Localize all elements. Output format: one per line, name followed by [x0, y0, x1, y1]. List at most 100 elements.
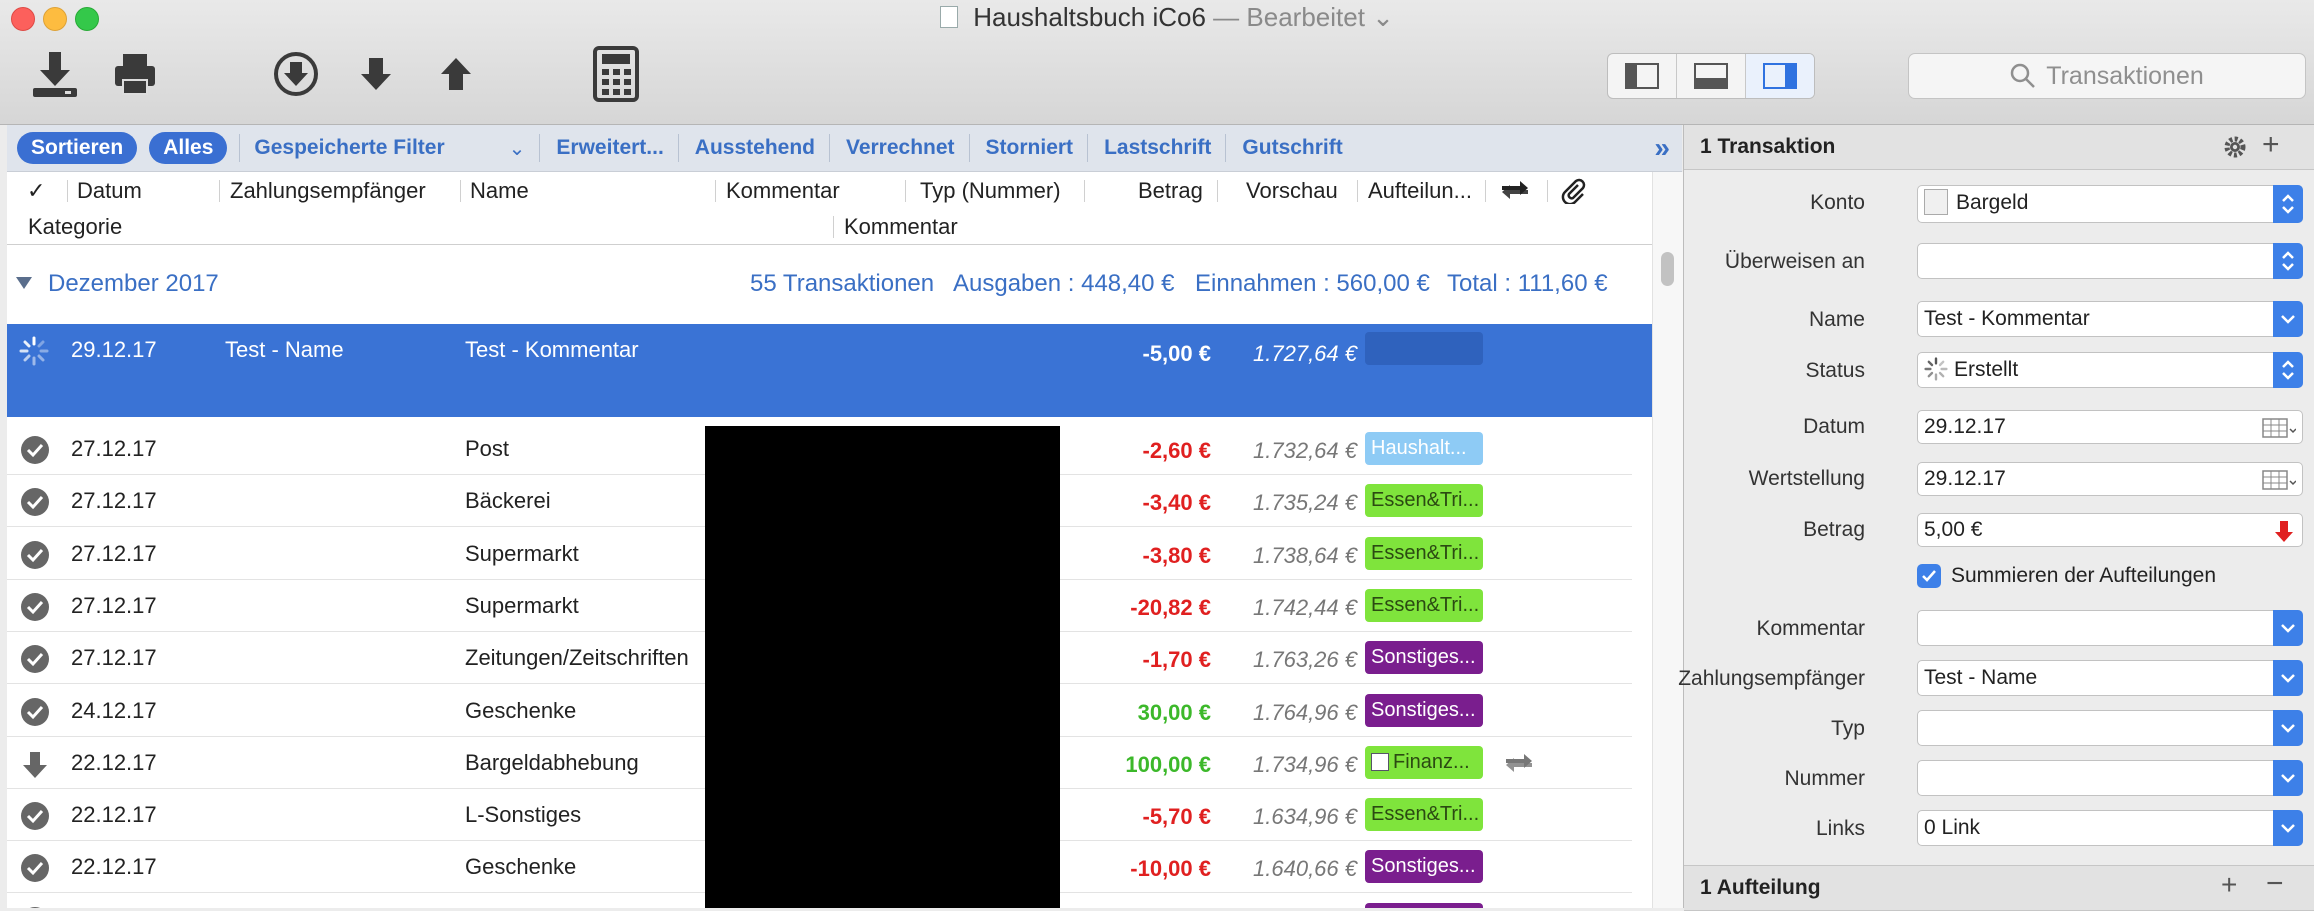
- checkmark-circle-icon[interactable]: [20, 644, 50, 674]
- all-filter-button[interactable]: Alles: [149, 132, 228, 164]
- saved-filters-menu[interactable]: Gespeicherte Filter: [254, 136, 444, 160]
- updown-chevron-icon[interactable]: [2273, 352, 2303, 388]
- view-sidebar-button[interactable]: [1608, 54, 1677, 98]
- remove-split-icon[interactable]: −: [2266, 867, 2284, 901]
- category-tag[interactable]: Essen&Tri...: [1365, 588, 1483, 622]
- links-combobox[interactable]: 0 Link: [1917, 810, 2303, 846]
- row-amount: -2,60 €: [1142, 438, 1212, 463]
- row-amount: -1,70 €: [1142, 647, 1212, 673]
- category-tag[interactable]: Haushalt...: [1365, 432, 1483, 465]
- comment-combobox[interactable]: [1917, 610, 2303, 646]
- name-combobox[interactable]: Test - Kommentar: [1917, 301, 2303, 337]
- arrow-down-red-icon[interactable]: [2274, 519, 2294, 543]
- amount-field[interactable]: 5,00 €: [1917, 513, 2303, 547]
- disclosure-triangle-icon[interactable]: [15, 275, 33, 291]
- import-button[interactable]: [25, 44, 85, 104]
- download-circle-button[interactable]: [266, 44, 326, 104]
- vertical-scrollbar[interactable]: [1652, 172, 1683, 908]
- month-group-header[interactable]: Dezember 2017 55 Transaktionen Ausgaben …: [7, 245, 1652, 323]
- gear-icon[interactable]: [2222, 134, 2248, 160]
- updown-chevron-icon[interactable]: [2273, 243, 2303, 279]
- category-tag[interactable]: Sonstiges...: [1365, 641, 1483, 675]
- calculator-button[interactable]: [586, 44, 646, 104]
- table-row-selected[interactable]: 29.12.17 Test - Name Test - Kommentar -5…: [7, 324, 1652, 417]
- category-tag[interactable]: [1365, 902, 1483, 908]
- cleared-filter-link[interactable]: Verrechnet: [846, 136, 955, 160]
- column-comment[interactable]: Kommentar: [726, 178, 840, 204]
- minimize-window-button[interactable]: [43, 7, 67, 31]
- row-amount: -20,82 €: [1130, 594, 1211, 620]
- chevron-down-icon[interactable]: [2273, 660, 2303, 696]
- pending-filter-link[interactable]: Ausstehend: [695, 136, 815, 160]
- checkmark-circle-icon[interactable]: [20, 801, 50, 831]
- category-tag[interactable]: Sonstiges...: [1365, 850, 1483, 884]
- credit-filter-link[interactable]: Gutschrift: [1242, 136, 1342, 160]
- transfer-icon[interactable]: [1504, 751, 1534, 775]
- column-preview[interactable]: Vorschau: [1246, 178, 1338, 204]
- column-amount[interactable]: Betrag: [1138, 178, 1203, 204]
- print-button[interactable]: [105, 44, 165, 104]
- column-split[interactable]: Aufteilun...: [1368, 178, 1472, 204]
- window-title: Haushaltsbuch iCo6 — Bearbeitet ⌄: [940, 0, 1394, 34]
- checkmark-circle-icon[interactable]: [20, 435, 50, 465]
- chevron-down-icon[interactable]: [2273, 760, 2303, 796]
- account-select[interactable]: Bargeld: [1917, 185, 2303, 223]
- column-status[interactable]: ✓: [27, 178, 45, 204]
- category-tag[interactable]: Essen&Tri...: [1365, 484, 1483, 518]
- column-comment-secondary[interactable]: Kommentar: [844, 214, 958, 240]
- sort-button[interactable]: Sortieren: [17, 132, 138, 164]
- close-window-button[interactable]: [11, 7, 35, 31]
- zoom-window-button[interactable]: [75, 7, 99, 31]
- type-combobox[interactable]: [1917, 710, 2303, 746]
- category-tag[interactable]: Essen&Tri...: [1365, 536, 1483, 570]
- column-name[interactable]: Name: [470, 178, 529, 204]
- splits-title: 1 Aufteilung: [1700, 876, 1821, 899]
- payee-combobox[interactable]: Test - Name: [1917, 660, 2303, 696]
- debit-filter-link[interactable]: Lastschrift: [1104, 136, 1211, 160]
- move-down-button[interactable]: [346, 44, 406, 104]
- voided-filter-link[interactable]: Storniert: [986, 136, 1074, 160]
- checkmark-circle-icon[interactable]: [20, 853, 50, 883]
- filter-separator: [1087, 134, 1089, 162]
- calendar-icon[interactable]: [2262, 417, 2296, 439]
- checkmark-circle-icon[interactable]: [20, 592, 50, 622]
- view-bottom-button[interactable]: [1677, 54, 1746, 98]
- number-combobox[interactable]: [1917, 760, 2303, 796]
- category-tag[interactable]: Essen&Tri...: [1365, 798, 1483, 832]
- filter-separator: [828, 134, 830, 162]
- category-tag[interactable]: Sonstiges...: [1365, 693, 1483, 727]
- column-date[interactable]: Datum: [77, 178, 142, 204]
- checkmark-circle-icon[interactable]: [20, 487, 50, 517]
- chevron-down-icon[interactable]: ⌄: [509, 136, 526, 161]
- checkmark-circle-icon[interactable]: [20, 697, 50, 727]
- scrollbar-thumb[interactable]: [1661, 252, 1674, 286]
- chevron-down-icon[interactable]: [2273, 710, 2303, 746]
- category-tag[interactable]: Finanz...: [1365, 745, 1483, 779]
- attachment-column-icon[interactable]: [1560, 178, 1586, 210]
- add-icon[interactable]: +: [2262, 128, 2280, 162]
- value-date-field[interactable]: 29.12.17: [1917, 462, 2303, 496]
- more-filters-icon[interactable]: »: [1654, 132, 1670, 164]
- chevron-down-icon[interactable]: [2273, 610, 2303, 646]
- transfer-column-icon[interactable]: [1500, 178, 1530, 208]
- advanced-filter-link[interactable]: Erweitert...: [556, 136, 663, 160]
- chevron-down-icon[interactable]: [2273, 301, 2303, 337]
- updown-chevron-icon[interactable]: [2273, 185, 2303, 223]
- calendar-icon[interactable]: [2262, 469, 2296, 491]
- status-select[interactable]: Erstellt: [1917, 352, 2303, 388]
- column-category[interactable]: Kategorie: [28, 214, 122, 240]
- transfer-select[interactable]: [1917, 243, 2303, 279]
- checkmark-circle-icon[interactable]: [20, 540, 50, 570]
- date-field[interactable]: 29.12.17: [1917, 410, 2303, 444]
- search-input[interactable]: Transaktionen: [1908, 53, 2306, 99]
- checkbox-checked[interactable]: [1917, 564, 1941, 588]
- add-split-icon[interactable]: +: [2221, 869, 2237, 901]
- chevron-down-icon[interactable]: ⌄: [1372, 2, 1394, 32]
- view-inspector-button[interactable]: [1746, 54, 1814, 98]
- move-up-button[interactable]: [426, 44, 486, 104]
- column-payee[interactable]: Zahlungsempfänger: [230, 178, 426, 204]
- sidebar-left-icon: [1625, 63, 1659, 89]
- chevron-down-icon[interactable]: [2273, 810, 2303, 846]
- sum-splits-checkbox-row[interactable]: Summieren der Aufteilungen: [1917, 564, 2216, 588]
- column-type[interactable]: Typ (Nummer): [920, 178, 1061, 204]
